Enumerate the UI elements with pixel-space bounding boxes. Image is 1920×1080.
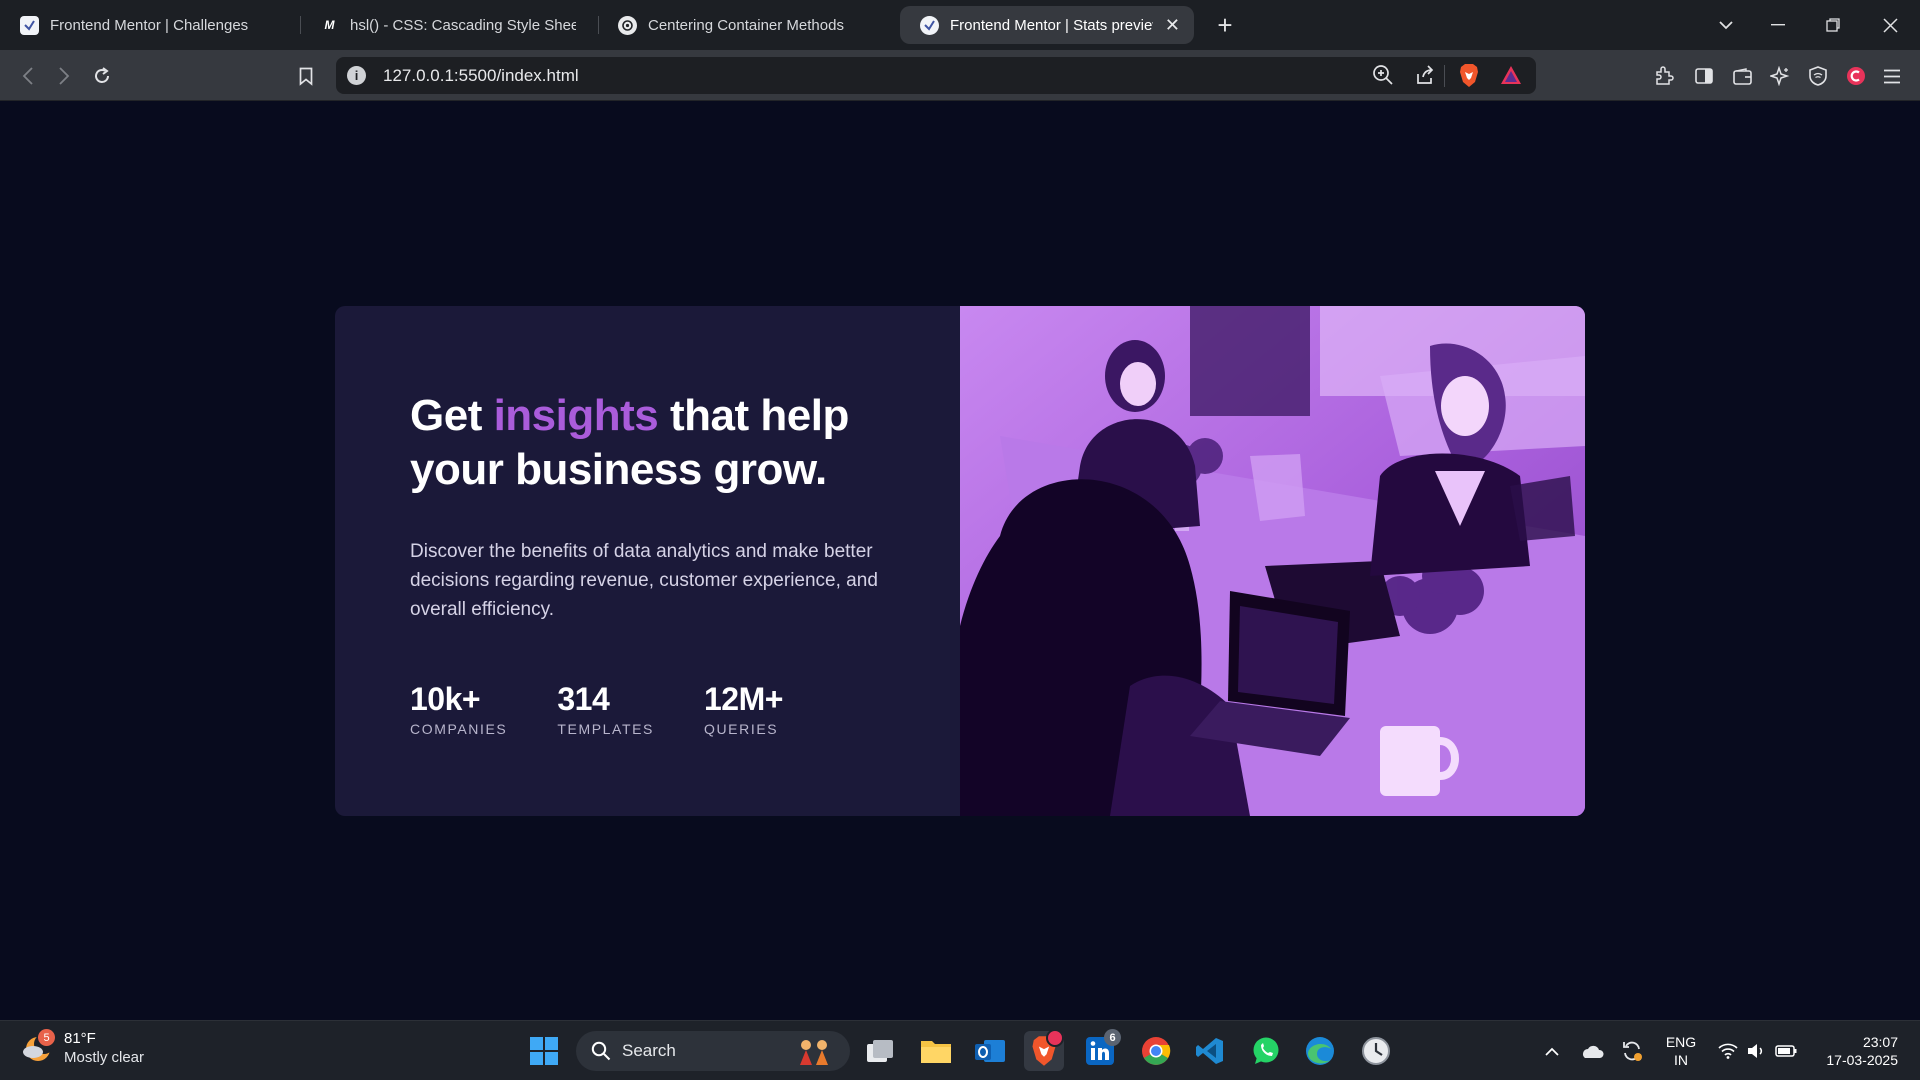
stat-templates: 314 TEMPLATES xyxy=(557,681,654,737)
address-bar[interactable]: i 127.0.0.1:5500/index.html xyxy=(336,57,1536,94)
headline-part1: Get xyxy=(410,391,494,440)
tray-overflow-chevron-icon[interactable] xyxy=(1534,1031,1570,1071)
headline: Get insights that help your business gro… xyxy=(410,389,910,497)
mdn-icon: M xyxy=(324,18,335,32)
tab-mdn-hsl[interactable]: M hsl() - CSS: Cascading Style Sheets | xyxy=(300,6,590,44)
task-view-icon[interactable] xyxy=(860,1031,900,1071)
forward-icon[interactable] xyxy=(48,60,80,92)
minimize-icon[interactable] xyxy=(1760,8,1796,42)
taskbar-search[interactable]: Search xyxy=(576,1031,850,1071)
search-label: Search xyxy=(622,1041,676,1060)
new-tab-button[interactable]: + xyxy=(1210,10,1240,40)
zoom-icon[interactable] xyxy=(1371,63,1395,92)
vscode-icon[interactable] xyxy=(1190,1031,1230,1071)
outlook-icon[interactable] xyxy=(970,1031,1010,1071)
menu-icon[interactable] xyxy=(1876,60,1908,92)
clock-time: 23:07 xyxy=(1862,1034,1898,1050)
volume-icon[interactable] xyxy=(1742,1031,1770,1071)
share-icon[interactable] xyxy=(1414,64,1436,91)
tab-title: Frontend Mentor | Stats preview xyxy=(950,16,1153,34)
browser-title-bar: Frontend Mentor | Challenges M hsl() - C… xyxy=(0,0,1920,50)
url-text[interactable]: 127.0.0.1:5500/index.html xyxy=(383,66,579,86)
stat-companies: 10k+ COMPANIES xyxy=(410,681,507,737)
description: Discover the benefits of data analytics … xyxy=(410,541,878,620)
linkedin-badge: 6 xyxy=(1104,1029,1121,1046)
bookmark-icon[interactable] xyxy=(290,60,322,92)
tab-stats-preview[interactable]: Frontend Mentor | Stats preview ✕ xyxy=(900,6,1194,44)
profile-badge-icon xyxy=(1046,1029,1064,1047)
reload-icon[interactable] xyxy=(86,60,118,92)
language-indicator[interactable]: ENG IN xyxy=(1660,1033,1702,1069)
browser-toolbar: i 127.0.0.1:5500/index.html xyxy=(0,50,1920,101)
clock-app-icon[interactable] xyxy=(1356,1031,1396,1071)
divider xyxy=(1444,65,1445,87)
chrome-icon[interactable] xyxy=(1136,1031,1176,1071)
chatgpt-icon xyxy=(618,15,637,35)
office-photo xyxy=(960,306,1585,816)
stat-queries: 12M+ QUERIES xyxy=(704,681,783,737)
weather-temp: 81°F xyxy=(64,1030,96,1047)
windows-taskbar: 5 81°F Mostly clear Search 6 ENG IN 23:0… xyxy=(0,1020,1920,1080)
stat-label: COMPANIES xyxy=(410,721,508,737)
whatsapp-icon[interactable] xyxy=(1246,1031,1286,1071)
stat-label: QUERIES xyxy=(703,721,779,737)
stat-value: 12M+ xyxy=(703,681,783,717)
onedrive-icon[interactable] xyxy=(1574,1031,1610,1071)
stat-value: 10k+ xyxy=(410,681,481,717)
tab-title: Centering Container Methods xyxy=(648,16,844,34)
wifi-icon[interactable] xyxy=(1714,1031,1742,1071)
vpn-shield-icon[interactable] xyxy=(1802,60,1834,92)
card-text-section: Get insights that help your business gro… xyxy=(410,389,910,624)
tab-title: hsl() - CSS: Cascading Style Sheets | xyxy=(350,16,576,34)
search-highlight-icon xyxy=(800,1040,828,1065)
tab-frontend-mentor-challenges[interactable]: Frontend Mentor | Challenges xyxy=(0,6,300,44)
language-top: ENG xyxy=(1665,1034,1697,1050)
weather-desc: Mostly clear xyxy=(64,1049,145,1066)
brave-rewards-icon[interactable] xyxy=(1500,65,1522,90)
file-explorer-icon[interactable] xyxy=(916,1031,956,1071)
weather-text: 81°F Mostly clear xyxy=(64,1029,144,1067)
tab-list-chevron-icon[interactable] xyxy=(1708,8,1744,42)
stats-preview-card: Get insights that help your business gro… xyxy=(335,306,1585,816)
stat-value: 314 xyxy=(557,681,610,717)
language-bottom: IN xyxy=(1674,1052,1688,1068)
clock-date: 17-03-2025 xyxy=(1826,1052,1898,1068)
brave-browser-icon[interactable] xyxy=(1024,1029,1064,1071)
frontend-mentor-icon xyxy=(20,15,39,35)
stats-row: 10k+ COMPANIES 314 TEMPLATES 12M+ QUERIE… xyxy=(410,681,833,737)
close-window-icon[interactable] xyxy=(1872,8,1908,42)
profile-extension-icon[interactable] xyxy=(1840,60,1872,92)
close-tab-icon[interactable]: ✕ xyxy=(1165,15,1180,36)
frontend-mentor-icon xyxy=(920,15,939,35)
extensions-icon[interactable] xyxy=(1648,60,1680,92)
back-icon[interactable] xyxy=(12,60,44,92)
windows-start-icon[interactable] xyxy=(524,1031,564,1071)
brave-shields-icon[interactable] xyxy=(1458,63,1480,93)
headline-accent: insights xyxy=(493,391,659,440)
restore-icon[interactable] xyxy=(1815,8,1851,42)
tab-centering-container[interactable]: Centering Container Methods xyxy=(598,6,898,44)
weather-badge: 5 xyxy=(38,1029,55,1046)
page-viewport: Get insights that help your business gro… xyxy=(0,101,1920,1020)
tab-title: Frontend Mentor | Challenges xyxy=(50,16,249,34)
weather-moon-icon: 5 xyxy=(22,1029,56,1065)
battery-icon[interactable] xyxy=(1772,1031,1800,1071)
edge-icon[interactable] xyxy=(1300,1031,1340,1071)
wallet-icon[interactable] xyxy=(1726,60,1758,92)
search-icon xyxy=(591,1041,611,1061)
weather-widget[interactable]: 5 81°F Mostly clear xyxy=(22,1029,144,1067)
stat-label: TEMPLATES xyxy=(557,721,654,737)
system-clock[interactable]: 23:07 17-03-2025 xyxy=(1826,1033,1898,1069)
sidebar-icon[interactable] xyxy=(1688,60,1720,92)
site-info-icon[interactable]: i xyxy=(347,66,366,85)
linkedin-icon[interactable]: 6 xyxy=(1080,1029,1121,1071)
leo-ai-icon[interactable] xyxy=(1764,60,1796,92)
sync-icon[interactable] xyxy=(1614,1031,1650,1071)
